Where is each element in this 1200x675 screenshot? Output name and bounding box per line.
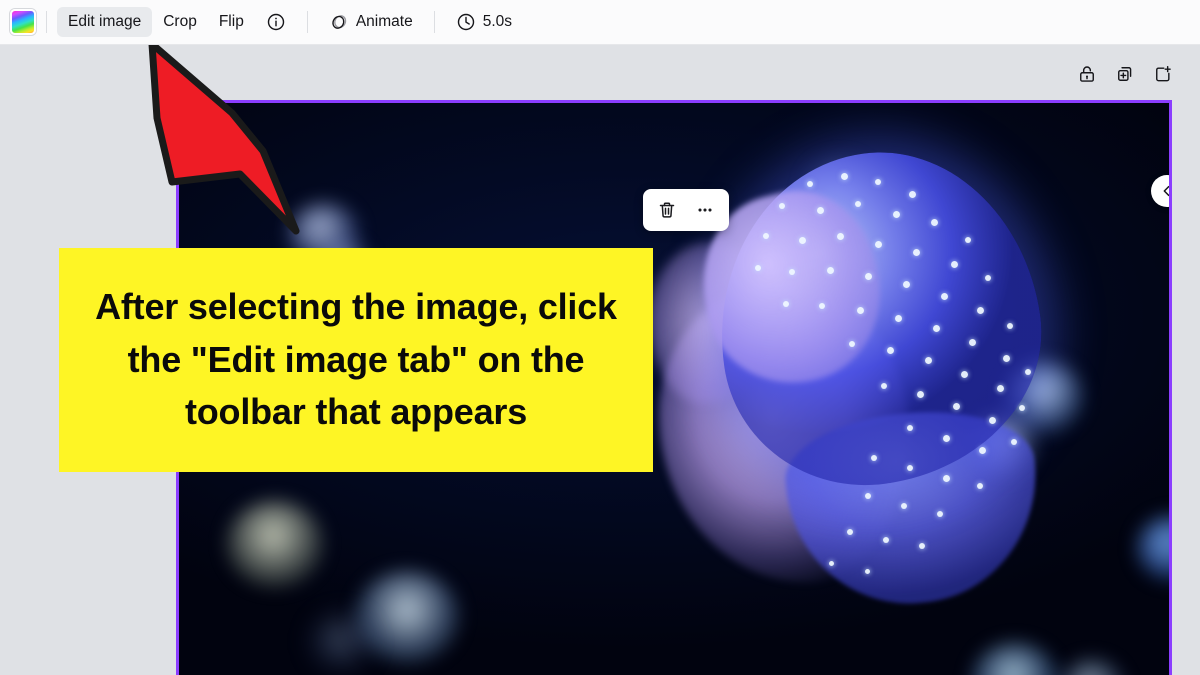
- tab-flip[interactable]: Flip: [208, 7, 255, 37]
- color-swatch-button[interactable]: [10, 9, 36, 35]
- toolbar-divider-2: [306, 11, 308, 33]
- duration-button[interactable]: 5.0s: [445, 7, 523, 37]
- bokeh-blob: [311, 615, 371, 669]
- tab-edit-image-label: Edit image: [68, 13, 142, 30]
- toolbar-divider-3: [433, 11, 435, 33]
- image-toolbar: Edit image Crop Flip Animate 5.0s: [0, 0, 1200, 45]
- delete-image-button[interactable]: [651, 194, 683, 226]
- selected-image-frame[interactable]: [176, 100, 1172, 675]
- tab-animate-label: Animate: [355, 13, 413, 30]
- tab-crop-label: Crop: [163, 13, 197, 30]
- info-icon: [266, 12, 286, 32]
- clock-icon: [456, 12, 476, 32]
- bokeh-blob: [355, 571, 459, 663]
- lock-page-button[interactable]: [1076, 63, 1098, 85]
- tab-crop[interactable]: Crop: [152, 7, 208, 37]
- canva-editor-screenshot: Edit image Crop Flip Animate 5.0s After …: [0, 0, 1200, 675]
- duration-label: 5.0s: [482, 13, 513, 30]
- add-page-button[interactable]: [1152, 63, 1174, 85]
- more-options-button[interactable]: [689, 194, 721, 226]
- tab-flip-label: Flip: [218, 13, 244, 30]
- tab-edit-image[interactable]: Edit image: [57, 7, 153, 37]
- toolbar-divider-1: [46, 11, 47, 33]
- bokeh-blob: [319, 241, 371, 287]
- animate-icon: [329, 12, 349, 32]
- jellyfish-photo[interactable]: [179, 103, 1169, 675]
- image-context-toolbar: [643, 189, 729, 231]
- editor-canvas-area: [0, 45, 1200, 675]
- page-controls: [1076, 63, 1174, 85]
- tab-info[interactable]: [255, 7, 297, 37]
- duplicate-page-button[interactable]: [1114, 63, 1136, 85]
- bokeh-blob: [227, 501, 323, 587]
- tab-animate[interactable]: Animate: [318, 7, 424, 37]
